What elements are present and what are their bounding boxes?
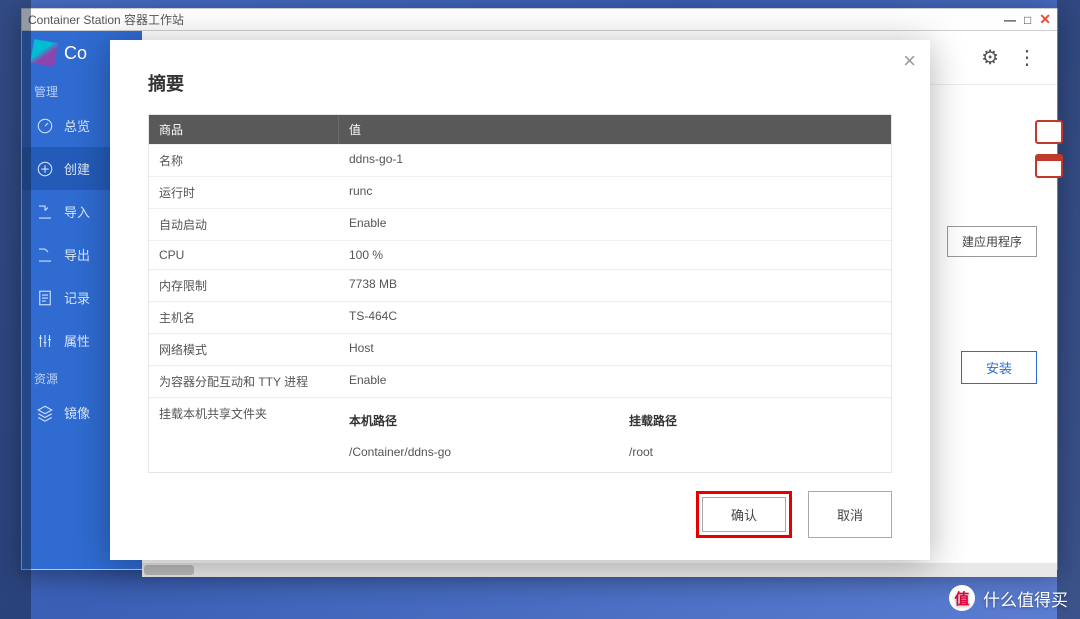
modal-title: 摘要 (148, 70, 892, 96)
mount-host-value: /Container/ddns-go (349, 445, 569, 459)
confirm-button[interactable]: 确认 (702, 497, 786, 532)
window-title: Container Station 容器工作站 (28, 11, 996, 28)
table-row: 网络模式Host (149, 333, 891, 365)
titlebar: Container Station 容器工作站 — □ ✕ (22, 9, 1057, 31)
document-icon (36, 289, 54, 307)
summary-modal: × 摘要 商品 值 名称ddns-go-1 运行时runc 自动启动Enable… (110, 40, 930, 560)
mail-icon (1035, 120, 1063, 144)
plus-circle-icon (36, 160, 54, 178)
create-app-button[interactable]: 建应用程序 (947, 226, 1037, 257)
table-row: 运行时runc (149, 176, 891, 208)
table-row-mount: 挂载本机共享文件夹 本机路径 /Container/ddns-go 挂载路径 /… (149, 397, 891, 466)
watermark: 值 什么值得买 (949, 585, 1068, 611)
import-icon (36, 203, 54, 221)
table-row: 自动启动Enable (149, 208, 891, 240)
confirm-highlight-box: 确认 (696, 491, 792, 538)
install-button[interactable]: 安装 (961, 351, 1037, 384)
watermark-text: 什么值得买 (983, 586, 1068, 611)
mount-label: 挂载本机共享文件夹 (149, 398, 339, 466)
modal-footer: 确认 取消 (148, 473, 892, 538)
table-row: 为容器分配互动和 TTY 进程Enable (149, 365, 891, 397)
sidebar-item-label: 属性 (64, 331, 90, 350)
cancel-button[interactable]: 取消 (808, 491, 892, 538)
gauge-icon (36, 117, 54, 135)
sliders-icon (36, 332, 54, 350)
export-icon (36, 246, 54, 264)
modal-close-icon[interactable]: × (903, 50, 916, 72)
header-key: 商品 (149, 115, 339, 144)
sidebar-item-label: 记录 (64, 288, 90, 307)
table-header: 商品 值 (149, 115, 891, 144)
sidebar-item-label: 总览 (64, 116, 90, 135)
horizontal-scrollbar[interactable] (142, 563, 1057, 577)
menu-icon[interactable]: ⋮ (1017, 45, 1037, 70)
layers-icon (36, 404, 54, 422)
table-row: 主机名TS-464C (149, 301, 891, 333)
sidebar-item-label: 镜像 (64, 403, 90, 422)
table-row: 内存限制7738 MB (149, 269, 891, 301)
sidebar-item-label: 导入 (64, 202, 90, 221)
summary-table: 商品 值 名称ddns-go-1 运行时runc 自动启动Enable CPU1… (148, 114, 892, 473)
header-value: 值 (339, 115, 891, 144)
mount-target-value: /root (629, 445, 849, 459)
logo-icon (30, 39, 58, 67)
table-row: 名称ddns-go-1 (149, 144, 891, 176)
mount-host-header: 本机路径 (349, 405, 569, 445)
close-button[interactable]: ✕ (1039, 11, 1051, 28)
sidebar-item-label: 导出 (64, 245, 90, 264)
watermark-badge: 值 (949, 585, 975, 611)
minimize-button[interactable]: — (1004, 13, 1016, 27)
maximize-button[interactable]: □ (1024, 13, 1031, 27)
mount-target-header: 挂载路径 (629, 405, 849, 445)
table-row: CPU100 % (149, 240, 891, 269)
sidebar-item-label: 创建 (64, 159, 90, 178)
calendar-icon (1035, 154, 1063, 178)
brand-text: Co (64, 43, 87, 64)
settings-icon[interactable]: ⚙ (981, 45, 999, 70)
